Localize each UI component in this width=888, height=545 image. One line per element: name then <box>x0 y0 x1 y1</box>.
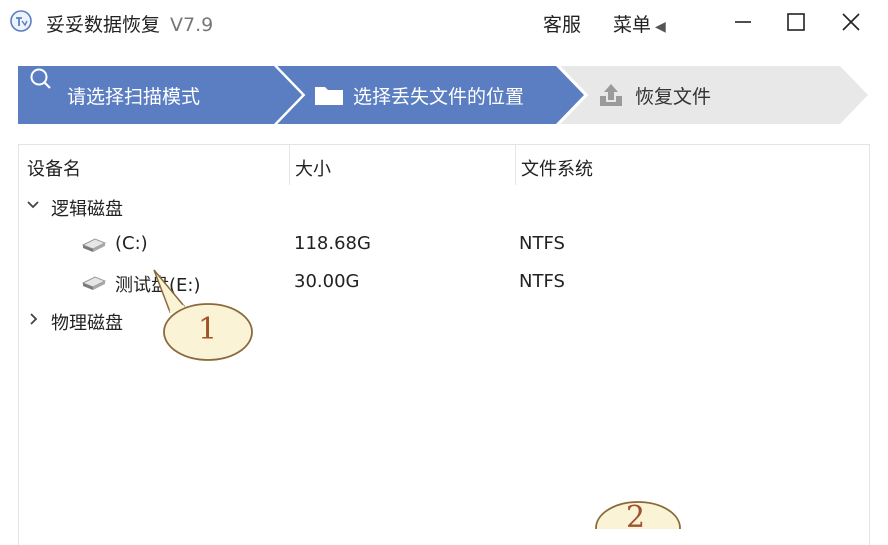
drive-name: (C:) <box>115 233 148 254</box>
folder-icon <box>315 87 343 105</box>
minimize-button[interactable] <box>715 0 769 44</box>
column-header-device-name[interactable]: 设备名 <box>27 155 81 181</box>
hard-drive-icon <box>81 238 107 252</box>
drive-filesystem: NTFS <box>519 271 565 292</box>
close-icon <box>842 13 860 31</box>
group-label: 逻辑磁盘 <box>51 199 123 220</box>
drive-size: 118.68G <box>294 233 371 254</box>
upload-box-icon <box>600 84 622 106</box>
customer-service-button[interactable]: 客服 <box>543 10 581 37</box>
close-button[interactable] <box>823 0 877 44</box>
chevron-down-icon[interactable] <box>25 197 41 213</box>
column-separator[interactable] <box>289 145 290 185</box>
drive-size: 30.00G <box>294 271 360 292</box>
group-label: 物理磁盘 <box>51 313 123 334</box>
search-icon <box>30 68 51 89</box>
menu-caret-icon: ◀ <box>655 19 666 35</box>
app-version: V7.9 <box>170 14 214 36</box>
menu-label: 菜单 <box>613 14 652 36</box>
callout-1-number: 1 <box>198 312 218 347</box>
step-3-label[interactable]: 恢复文件 <box>635 82 711 109</box>
app-logo-icon <box>10 10 32 32</box>
chevron-right-icon[interactable] <box>25 311 41 327</box>
column-separator[interactable] <box>515 145 516 185</box>
column-header-filesystem[interactable]: 文件系统 <box>521 155 593 181</box>
title-bar: 妥妥数据恢复 V7.9 客服 菜单 ◀ <box>0 0 888 44</box>
minimize-icon <box>735 21 751 23</box>
wizard-step-bar: 请选择扫描模式 选择丢失文件的位置 恢复文件 <box>18 66 870 124</box>
hard-drive-icon <box>81 276 107 290</box>
menu-button[interactable]: 菜单 ◀ <box>613 10 666 37</box>
step-1-label[interactable]: 请选择扫描模式 <box>67 82 200 109</box>
app-name: 妥妥数据恢复 <box>46 14 161 36</box>
maximize-icon <box>787 13 805 31</box>
maximize-button[interactable] <box>769 0 823 44</box>
table-row-drive-c[interactable]: (C:) 118.68G NTFS <box>19 225 869 263</box>
group-row-logical-disks[interactable]: 逻辑磁盘 <box>19 187 869 225</box>
callout-2-number: 2 <box>626 500 646 535</box>
drive-filesystem: NTFS <box>519 233 565 254</box>
app-title: 妥妥数据恢复 V7.9 <box>46 10 213 37</box>
column-header-size[interactable]: 大小 <box>295 155 331 181</box>
step-2-label[interactable]: 选择丢失文件的位置 <box>353 82 524 109</box>
